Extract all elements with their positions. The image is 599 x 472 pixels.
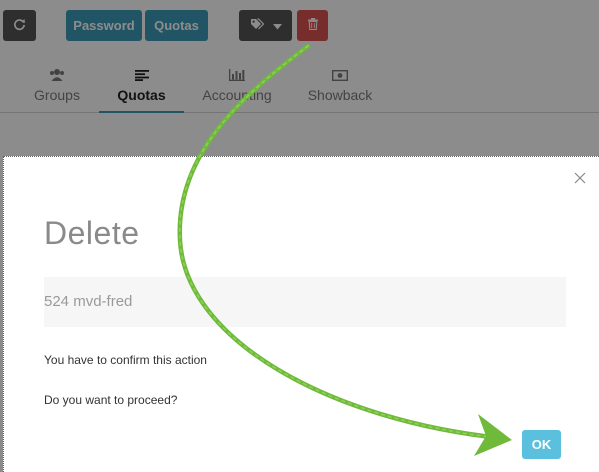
delete-confirm-dialog: Delete 524 mvd-fred You have to confirm … bbox=[3, 156, 599, 472]
close-icon[interactable] bbox=[571, 169, 589, 187]
proceed-question: Do you want to proceed? bbox=[44, 393, 178, 407]
confirm-message: You have to confirm this action bbox=[44, 353, 207, 367]
dialog-title: Delete bbox=[44, 215, 140, 251]
resource-name-text: 524 mvd-fred bbox=[44, 293, 133, 310]
ok-button[interactable]: OK bbox=[522, 430, 561, 459]
resource-name: 524 mvd-fred bbox=[44, 277, 566, 327]
